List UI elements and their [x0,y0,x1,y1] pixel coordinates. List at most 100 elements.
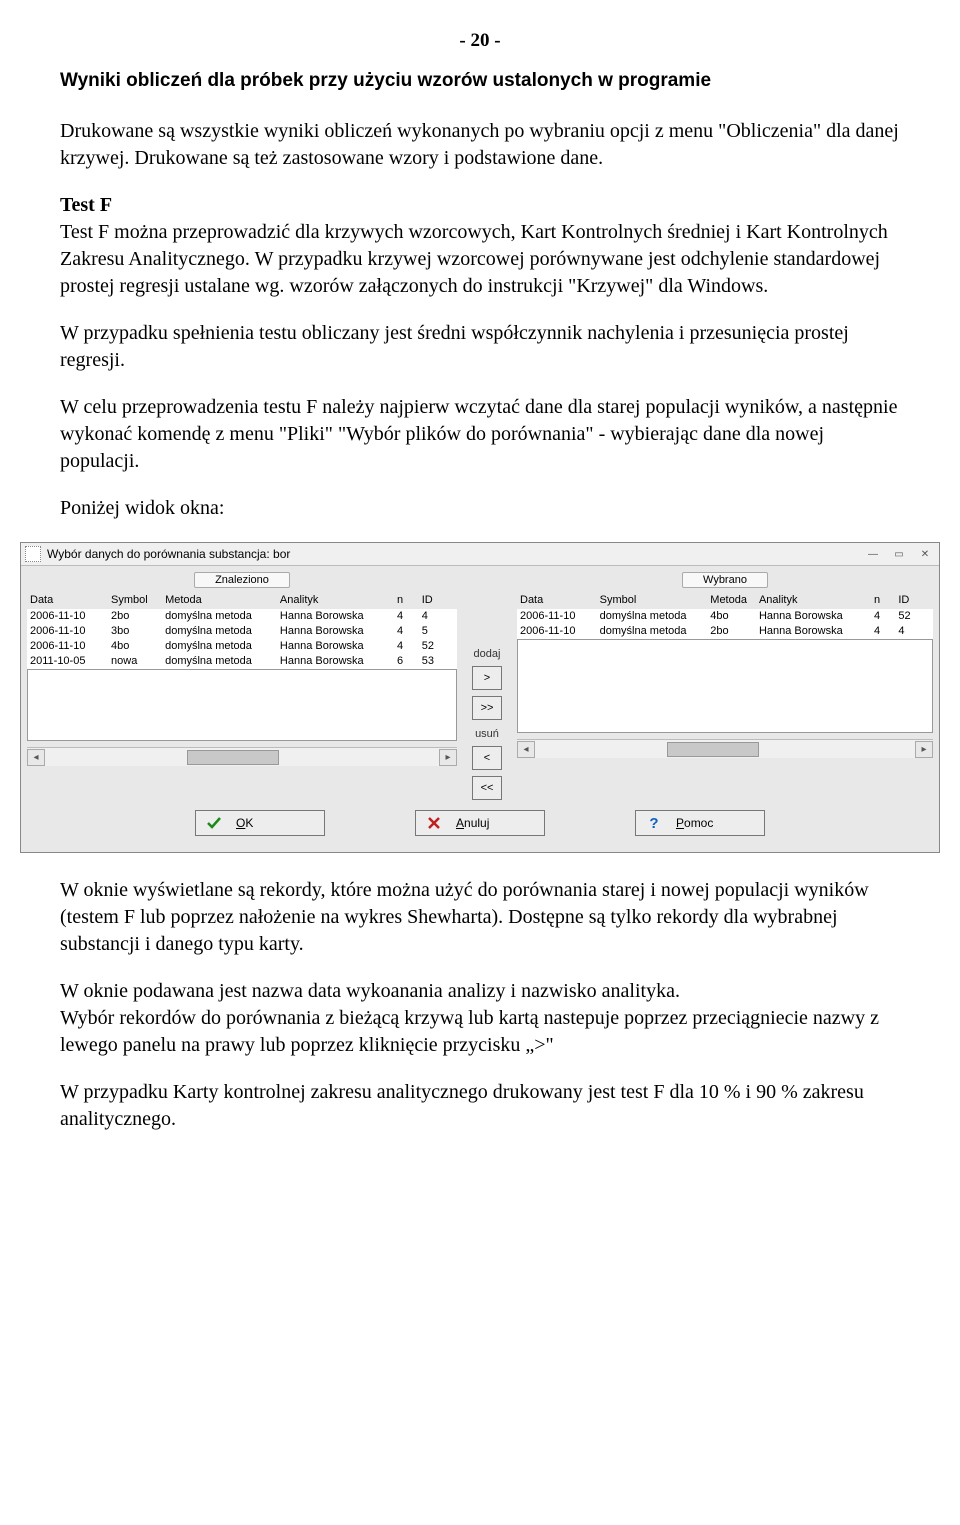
paragraph-3: W przypadku spełnienia testu obliczany j… [60,320,900,374]
window-app-icon [25,546,41,562]
table-cell: 4 [871,609,895,624]
found-list-empty-area[interactable] [27,669,457,741]
table-cell: 6 [394,654,419,669]
table-cell: 4 [394,609,419,624]
table-cell: 2006-11-10 [517,609,597,624]
table-cell: domyślna metoda [162,609,277,624]
table-cell: 4bo [707,609,756,624]
found-list-pane: Data Symbol Metoda Analityk n ID 2006-11… [27,592,457,800]
x-icon [426,815,442,831]
scroll-left-icon[interactable]: ◂ [27,749,45,766]
paragraph-7: W oknie podawana jest nazwa data wykoana… [60,978,900,1005]
found-table[interactable]: Data Symbol Metoda Analityk n ID 2006-11… [27,592,457,669]
col-analityk: Analityk [756,592,871,609]
col-id: ID [419,592,457,609]
col-metoda: Metoda [707,592,756,609]
table-cell: 3bo [108,624,162,639]
table-cell: Hanna Borowska [756,609,871,624]
add-one-button[interactable]: > [472,666,502,690]
table-cell: nowa [108,654,162,669]
paragraph-9: W przypadku Karty kontrolnej zakresu ana… [60,1079,900,1133]
col-n: n [394,592,419,609]
table-cell: 52 [419,639,457,654]
testf-label: Test F [60,192,900,219]
scroll-thumb[interactable] [667,742,759,757]
maximize-button[interactable]: ▭ [889,547,909,561]
table-cell: Hanna Borowska [277,639,394,654]
add-label: dodaj [474,648,501,660]
table-row[interactable]: 2006-11-10domyślna metoda2boHanna Borows… [517,624,933,639]
table-cell: 4 [871,624,895,639]
col-data: Data [517,592,597,609]
table-cell: 4 [895,624,933,639]
table-cell: 4 [419,609,457,624]
question-icon: ? [646,815,662,831]
col-analityk: Analityk [277,592,394,609]
table-cell: 2006-11-10 [517,624,597,639]
table-cell: 2006-11-10 [27,609,108,624]
window-titlebar: Wybór danych do porównania substancja: b… [21,543,939,566]
table-cell: 4 [394,624,419,639]
table-cell: domyślna metoda [162,639,277,654]
scroll-right-icon[interactable]: ▸ [915,741,933,758]
found-scrollbar[interactable]: ◂ ▸ [27,747,457,766]
help-button-label: Pomoc [676,816,713,830]
remove-all-button[interactable]: << [472,776,502,800]
page-number: - 20 - [60,30,900,52]
add-all-button[interactable]: >> [472,696,502,720]
table-row[interactable]: 2006-11-103bodomyślna metodaHanna Borows… [27,624,457,639]
table-cell: domyślna metoda [162,654,277,669]
scroll-right-icon[interactable]: ▸ [439,749,457,766]
table-cell: 52 [895,609,933,624]
col-n: n [871,592,895,609]
selected-table[interactable]: Data Symbol Metoda Analityk n ID 2006-11… [517,592,933,639]
remove-label: usuń [475,728,499,740]
col-metoda: Metoda [162,592,277,609]
table-cell: 4bo [108,639,162,654]
paragraph-4: W celu przeprowadzenia testu F należy na… [60,394,900,475]
compare-data-window: Wybór danych do porównania substancja: b… [20,542,940,853]
scroll-left-icon[interactable]: ◂ [517,741,535,758]
table-cell: domyślna metoda [597,624,708,639]
col-data: Data [27,592,108,609]
remove-one-button[interactable]: < [472,746,502,770]
scroll-thumb[interactable] [187,750,279,765]
col-symbol: Symbol [597,592,708,609]
selected-list-empty-area[interactable] [517,639,933,733]
selected-list-pane: Data Symbol Metoda Analityk n ID 2006-11… [517,592,933,800]
table-cell: 53 [419,654,457,669]
selected-scrollbar[interactable]: ◂ ▸ [517,739,933,758]
section-title: Wyniki obliczeń dla próbek przy użyciu w… [60,70,900,92]
transfer-buttons-column: dodaj > >> usuń < << [457,592,517,800]
table-row[interactable]: 2006-11-102bodomyślna metodaHanna Borows… [27,609,457,624]
col-id: ID [895,592,933,609]
paragraph-5: Poniżej widok okna: [60,495,900,522]
help-button[interactable]: ? Pomoc [635,810,765,836]
group-label-found: Znaleziono [194,572,290,588]
window-title: Wybór danych do porównania substancja: b… [47,547,863,561]
table-row[interactable]: 2006-11-104bodomyślna metodaHanna Borows… [27,639,457,654]
check-icon [206,815,222,831]
table-row[interactable]: 2011-10-05nowadomyślna metodaHanna Borow… [27,654,457,669]
table-cell: 2bo [707,624,756,639]
table-cell: 2011-10-05 [27,654,108,669]
ok-button-label: OK [236,816,253,830]
table-cell: domyślna metoda [597,609,708,624]
paragraph-2: Test F można przeprowadzić dla krzywych … [60,219,900,300]
table-cell: 5 [419,624,457,639]
table-cell: Hanna Borowska [277,624,394,639]
close-button[interactable]: ✕ [915,547,935,561]
cancel-button[interactable]: Anuluj [415,810,545,836]
cancel-button-label: Anuluj [456,816,489,830]
ok-button[interactable]: OK [195,810,325,836]
paragraph-6: W oknie wyświetlane są rekordy, które mo… [60,877,900,958]
col-symbol: Symbol [108,592,162,609]
minimize-button[interactable]: ― [863,547,883,561]
table-row[interactable]: 2006-11-10domyślna metoda4boHanna Borows… [517,609,933,624]
table-cell: domyślna metoda [162,624,277,639]
table-cell: 2006-11-10 [27,624,108,639]
table-cell: Hanna Borowska [277,654,394,669]
group-label-selected: Wybrano [682,572,768,588]
table-cell: Hanna Borowska [756,624,871,639]
table-cell: Hanna Borowska [277,609,394,624]
